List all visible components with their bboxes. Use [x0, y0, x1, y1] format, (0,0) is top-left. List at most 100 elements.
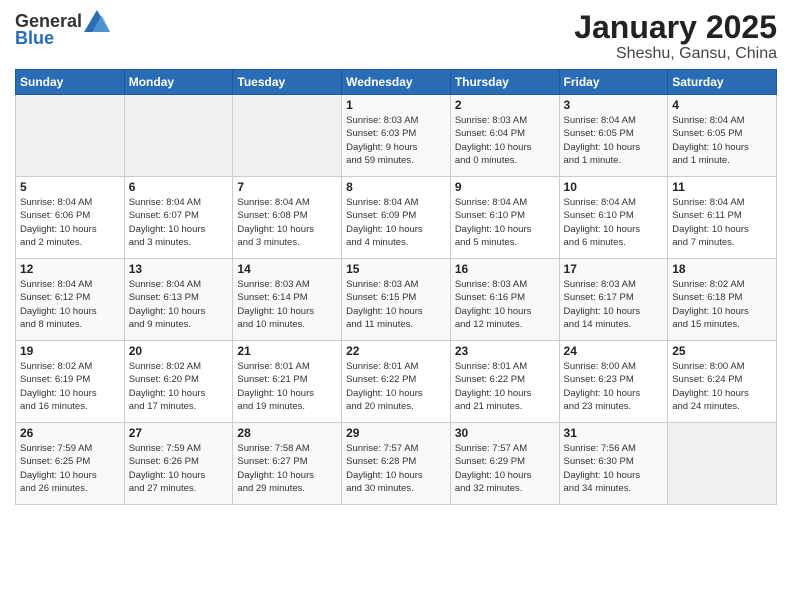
table-row: 8Sunrise: 8:04 AMSunset: 6:09 PMDaylight…	[342, 177, 451, 259]
day-number: 13	[129, 262, 229, 276]
day-info: Sunrise: 7:59 AMSunset: 6:26 PMDaylight:…	[129, 442, 229, 495]
logo: General Blue	[15, 10, 110, 49]
location-title: Sheshu, Gansu, China	[574, 45, 777, 63]
calendar-week-row: 1 Sunrise: 8:03 AMSunset: 6:03 PMDaylight…	[16, 95, 777, 177]
table-row: 18Sunrise: 8:02 AMSunset: 6:18 PMDayligh…	[668, 259, 777, 341]
day-number: 17	[564, 262, 664, 276]
logo-blue: Blue	[15, 28, 54, 49]
table-row: 7 Sunrise: 8:04 AMSunset: 6:08 PMDaylight…	[233, 177, 342, 259]
col-wednesday: Wednesday	[342, 70, 451, 95]
table-row: 13 Sunrise: 8:04 AMSunset: 6:13 PMDayligh…	[124, 259, 233, 341]
day-number: 28	[237, 426, 337, 440]
day-info: Sunrise: 8:00 AMSunset: 6:23 PMDaylight:…	[564, 360, 664, 413]
day-number: 3	[564, 98, 664, 112]
header: General Blue January 2025 Sheshu, Gansu,…	[15, 10, 777, 63]
day-number: 23	[455, 344, 555, 358]
table-row: 12Sunrise: 8:04 AMSunset: 6:12 PMDayligh…	[16, 259, 125, 341]
day-number: 7	[237, 180, 337, 194]
table-row: 16 Sunrise: 8:03 AMSunset: 6:16 PMDayligh…	[450, 259, 559, 341]
day-info: Sunrise: 8:00 AMSunset: 6:24 PMDaylight:…	[672, 360, 772, 413]
day-info: Sunrise: 8:01 AMSunset: 6:21 PMDaylight:…	[237, 360, 337, 413]
day-info: Sunrise: 8:03 AMSunset: 6:16 PMDaylight:…	[455, 278, 555, 331]
day-info: Sunrise: 8:04 AMSunset: 6:06 PMDaylight:…	[20, 196, 120, 249]
day-info: Sunrise: 8:03 AMSunset: 6:04 PMDaylight:…	[455, 114, 555, 167]
day-number: 5	[20, 180, 120, 194]
calendar-table: Sunday Monday Tuesday Wednesday Thursday…	[15, 69, 777, 505]
day-info: Sunrise: 7:59 AMSunset: 6:25 PMDaylight:…	[20, 442, 120, 495]
day-info: Sunrise: 8:03 AMSunset: 6:15 PMDaylight:…	[346, 278, 446, 331]
day-info: Sunrise: 8:02 AMSunset: 6:18 PMDaylight:…	[672, 278, 772, 331]
table-row: 17 Sunrise: 8:03 AMSunset: 6:17 PMDayligh…	[559, 259, 668, 341]
table-row: 6Sunrise: 8:04 AMSunset: 6:07 PMDaylight…	[124, 177, 233, 259]
day-info: Sunrise: 7:57 AMSunset: 6:29 PMDaylight:…	[455, 442, 555, 495]
day-info: Sunrise: 8:02 AMSunset: 6:20 PMDaylight:…	[129, 360, 229, 413]
day-number: 29	[346, 426, 446, 440]
table-row: 24Sunrise: 8:00 AMSunset: 6:23 PMDayligh…	[559, 341, 668, 423]
day-number: 9	[455, 180, 555, 194]
col-monday: Monday	[124, 70, 233, 95]
table-row	[16, 95, 125, 177]
day-info: Sunrise: 8:04 AMSunset: 6:10 PMDaylight:…	[564, 196, 664, 249]
day-number: 22	[346, 344, 446, 358]
table-row: 5 Sunrise: 8:04 AMSunset: 6:06 PMDaylight…	[16, 177, 125, 259]
day-info: Sunrise: 8:04 AMSunset: 6:05 PMDaylight:…	[564, 114, 664, 167]
table-row: 15Sunrise: 8:03 AMSunset: 6:15 PMDayligh…	[342, 259, 451, 341]
table-row: 14Sunrise: 8:03 AMSunset: 6:14 PMDayligh…	[233, 259, 342, 341]
calendar-week-row: 19 Sunrise: 8:02 AMSunset: 6:19 PMDayligh…	[16, 341, 777, 423]
table-row: 25 Sunrise: 8:00 AMSunset: 6:24 PMDayligh…	[668, 341, 777, 423]
table-row: 11Sunrise: 8:04 AMSunset: 6:11 PMDayligh…	[668, 177, 777, 259]
day-number: 16	[455, 262, 555, 276]
day-info: Sunrise: 7:56 AMSunset: 6:30 PMDaylight:…	[564, 442, 664, 495]
table-row: 21 Sunrise: 8:01 AMSunset: 6:21 PMDayligh…	[233, 341, 342, 423]
day-info: Sunrise: 8:01 AMSunset: 6:22 PMDaylight:…	[455, 360, 555, 413]
day-number: 12	[20, 262, 120, 276]
table-row: 19 Sunrise: 8:02 AMSunset: 6:19 PMDayligh…	[16, 341, 125, 423]
day-number: 8	[346, 180, 446, 194]
table-row	[668, 423, 777, 505]
day-info: Sunrise: 8:04 AMSunset: 6:10 PMDaylight:…	[455, 196, 555, 249]
calendar-header-row: Sunday Monday Tuesday Wednesday Thursday…	[16, 70, 777, 95]
day-number: 19	[20, 344, 120, 358]
table-row: 27Sunrise: 7:59 AMSunset: 6:26 PMDayligh…	[124, 423, 233, 505]
col-friday: Friday	[559, 70, 668, 95]
day-info: Sunrise: 8:04 AMSunset: 6:08 PMDaylight:…	[237, 196, 337, 249]
table-row: 10 Sunrise: 8:04 AMSunset: 6:10 PMDayligh…	[559, 177, 668, 259]
day-info: Sunrise: 8:03 AMSunset: 6:03 PMDaylight:…	[346, 114, 446, 167]
table-row	[124, 95, 233, 177]
calendar-week-row: 26 Sunrise: 7:59 AMSunset: 6:25 PMDayligh…	[16, 423, 777, 505]
day-info: Sunrise: 8:04 AMSunset: 6:11 PMDaylight:…	[672, 196, 772, 249]
col-saturday: Saturday	[668, 70, 777, 95]
calendar-page: General Blue January 2025 Sheshu, Gansu,…	[0, 0, 792, 612]
day-info: Sunrise: 8:04 AMSunset: 6:07 PMDaylight:…	[129, 196, 229, 249]
col-sunday: Sunday	[16, 70, 125, 95]
day-info: Sunrise: 8:02 AMSunset: 6:19 PMDaylight:…	[20, 360, 120, 413]
day-number: 4	[672, 98, 772, 112]
day-info: Sunrise: 8:03 AMSunset: 6:17 PMDaylight:…	[564, 278, 664, 331]
day-info: Sunrise: 7:57 AMSunset: 6:28 PMDaylight:…	[346, 442, 446, 495]
logo-icon	[84, 10, 110, 32]
table-row: 9 Sunrise: 8:04 AMSunset: 6:10 PMDaylight…	[450, 177, 559, 259]
day-info: Sunrise: 8:04 AMSunset: 6:05 PMDaylight:…	[672, 114, 772, 167]
table-row: 3 Sunrise: 8:04 AMSunset: 6:05 PMDaylight…	[559, 95, 668, 177]
month-title: January 2025	[574, 10, 777, 45]
day-info: Sunrise: 8:04 AMSunset: 6:13 PMDaylight:…	[129, 278, 229, 331]
table-row: 29 Sunrise: 7:57 AMSunset: 6:28 PMDayligh…	[342, 423, 451, 505]
table-row: 26 Sunrise: 7:59 AMSunset: 6:25 PMDayligh…	[16, 423, 125, 505]
day-info: Sunrise: 7:58 AMSunset: 6:27 PMDaylight:…	[237, 442, 337, 495]
day-number: 31	[564, 426, 664, 440]
table-row: 2Sunrise: 8:03 AMSunset: 6:04 PMDaylight…	[450, 95, 559, 177]
day-number: 25	[672, 344, 772, 358]
day-number: 10	[564, 180, 664, 194]
table-row: 31 Sunrise: 7:56 AMSunset: 6:30 PMDayligh…	[559, 423, 668, 505]
table-row: 23 Sunrise: 8:01 AMSunset: 6:22 PMDayligh…	[450, 341, 559, 423]
table-row: 1 Sunrise: 8:03 AMSunset: 6:03 PMDaylight…	[342, 95, 451, 177]
day-number: 21	[237, 344, 337, 358]
day-number: 30	[455, 426, 555, 440]
col-tuesday: Tuesday	[233, 70, 342, 95]
day-number: 20	[129, 344, 229, 358]
day-number: 26	[20, 426, 120, 440]
table-row: 30 Sunrise: 7:57 AMSunset: 6:29 PMDayligh…	[450, 423, 559, 505]
day-number: 1	[346, 98, 446, 112]
day-number: 14	[237, 262, 337, 276]
calendar-week-row: 12Sunrise: 8:04 AMSunset: 6:12 PMDayligh…	[16, 259, 777, 341]
